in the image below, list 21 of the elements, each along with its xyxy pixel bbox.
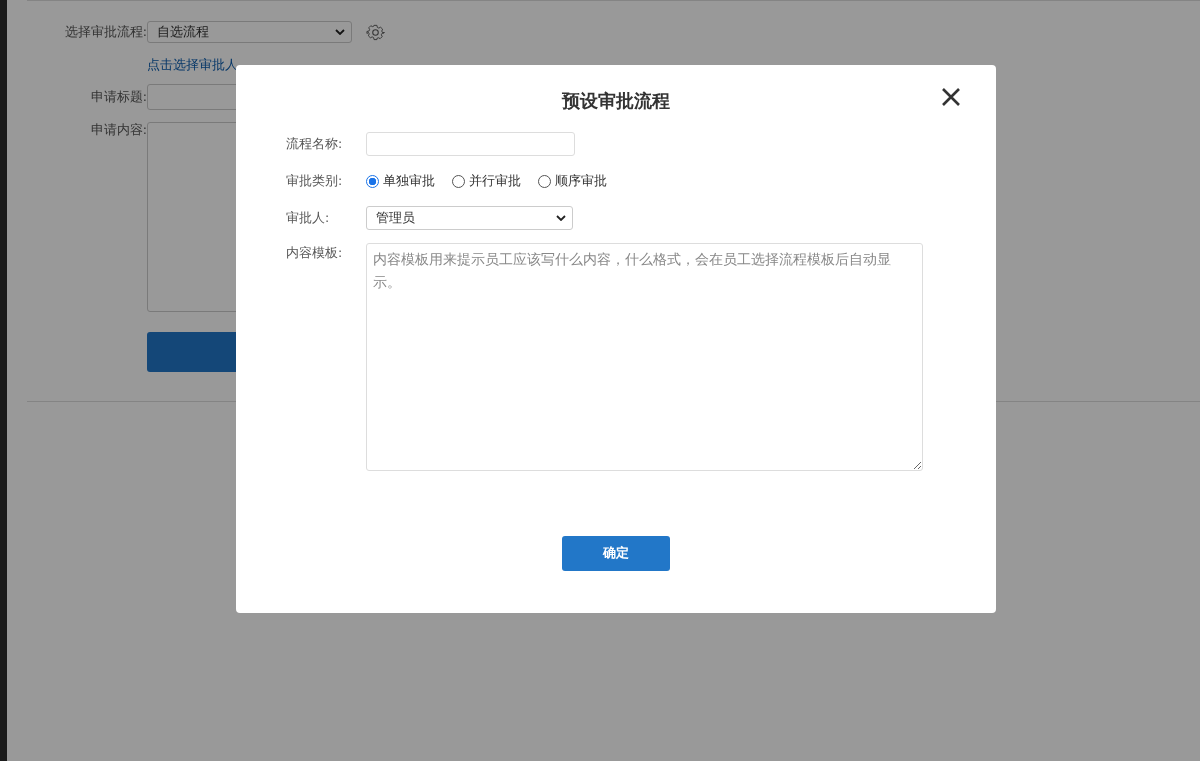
field-label: 内容模板:: [286, 245, 344, 262]
field-label: 申请标题:: [89, 88, 147, 106]
field-label: 审批人:: [286, 209, 331, 227]
field-label: 流程名称:: [286, 135, 344, 153]
dialog-title: 预设审批流程: [562, 89, 670, 113]
approver-select[interactable]: 管理员: [366, 206, 573, 230]
chevron-icon: [335, 29, 345, 35]
field-label: 选择审批流程:: [63, 23, 147, 41]
radio-option[interactable]: 并行审批: [452, 172, 521, 190]
confirm-button[interactable]: 确定: [562, 536, 670, 571]
radio-button[interactable]: [366, 174, 379, 188]
field-label: 申请内容:: [89, 122, 147, 139]
radio-option[interactable]: 单独审批: [366, 172, 435, 190]
name-input[interactable]: [366, 132, 575, 156]
settings-icon[interactable]: [366, 22, 385, 42]
process-select[interactable]: 自选流程: [147, 21, 352, 43]
field-label: 审批类别:: [286, 172, 344, 190]
close-icon[interactable]: [941, 87, 961, 107]
chevron-icon: [556, 215, 566, 221]
template-textarea[interactable]: 内容模板用来提示员工应该写什么内容，什么格式，会在员工选择流程模板后自动显示。: [366, 243, 923, 471]
radio-option[interactable]: 顺序审批: [538, 172, 607, 190]
